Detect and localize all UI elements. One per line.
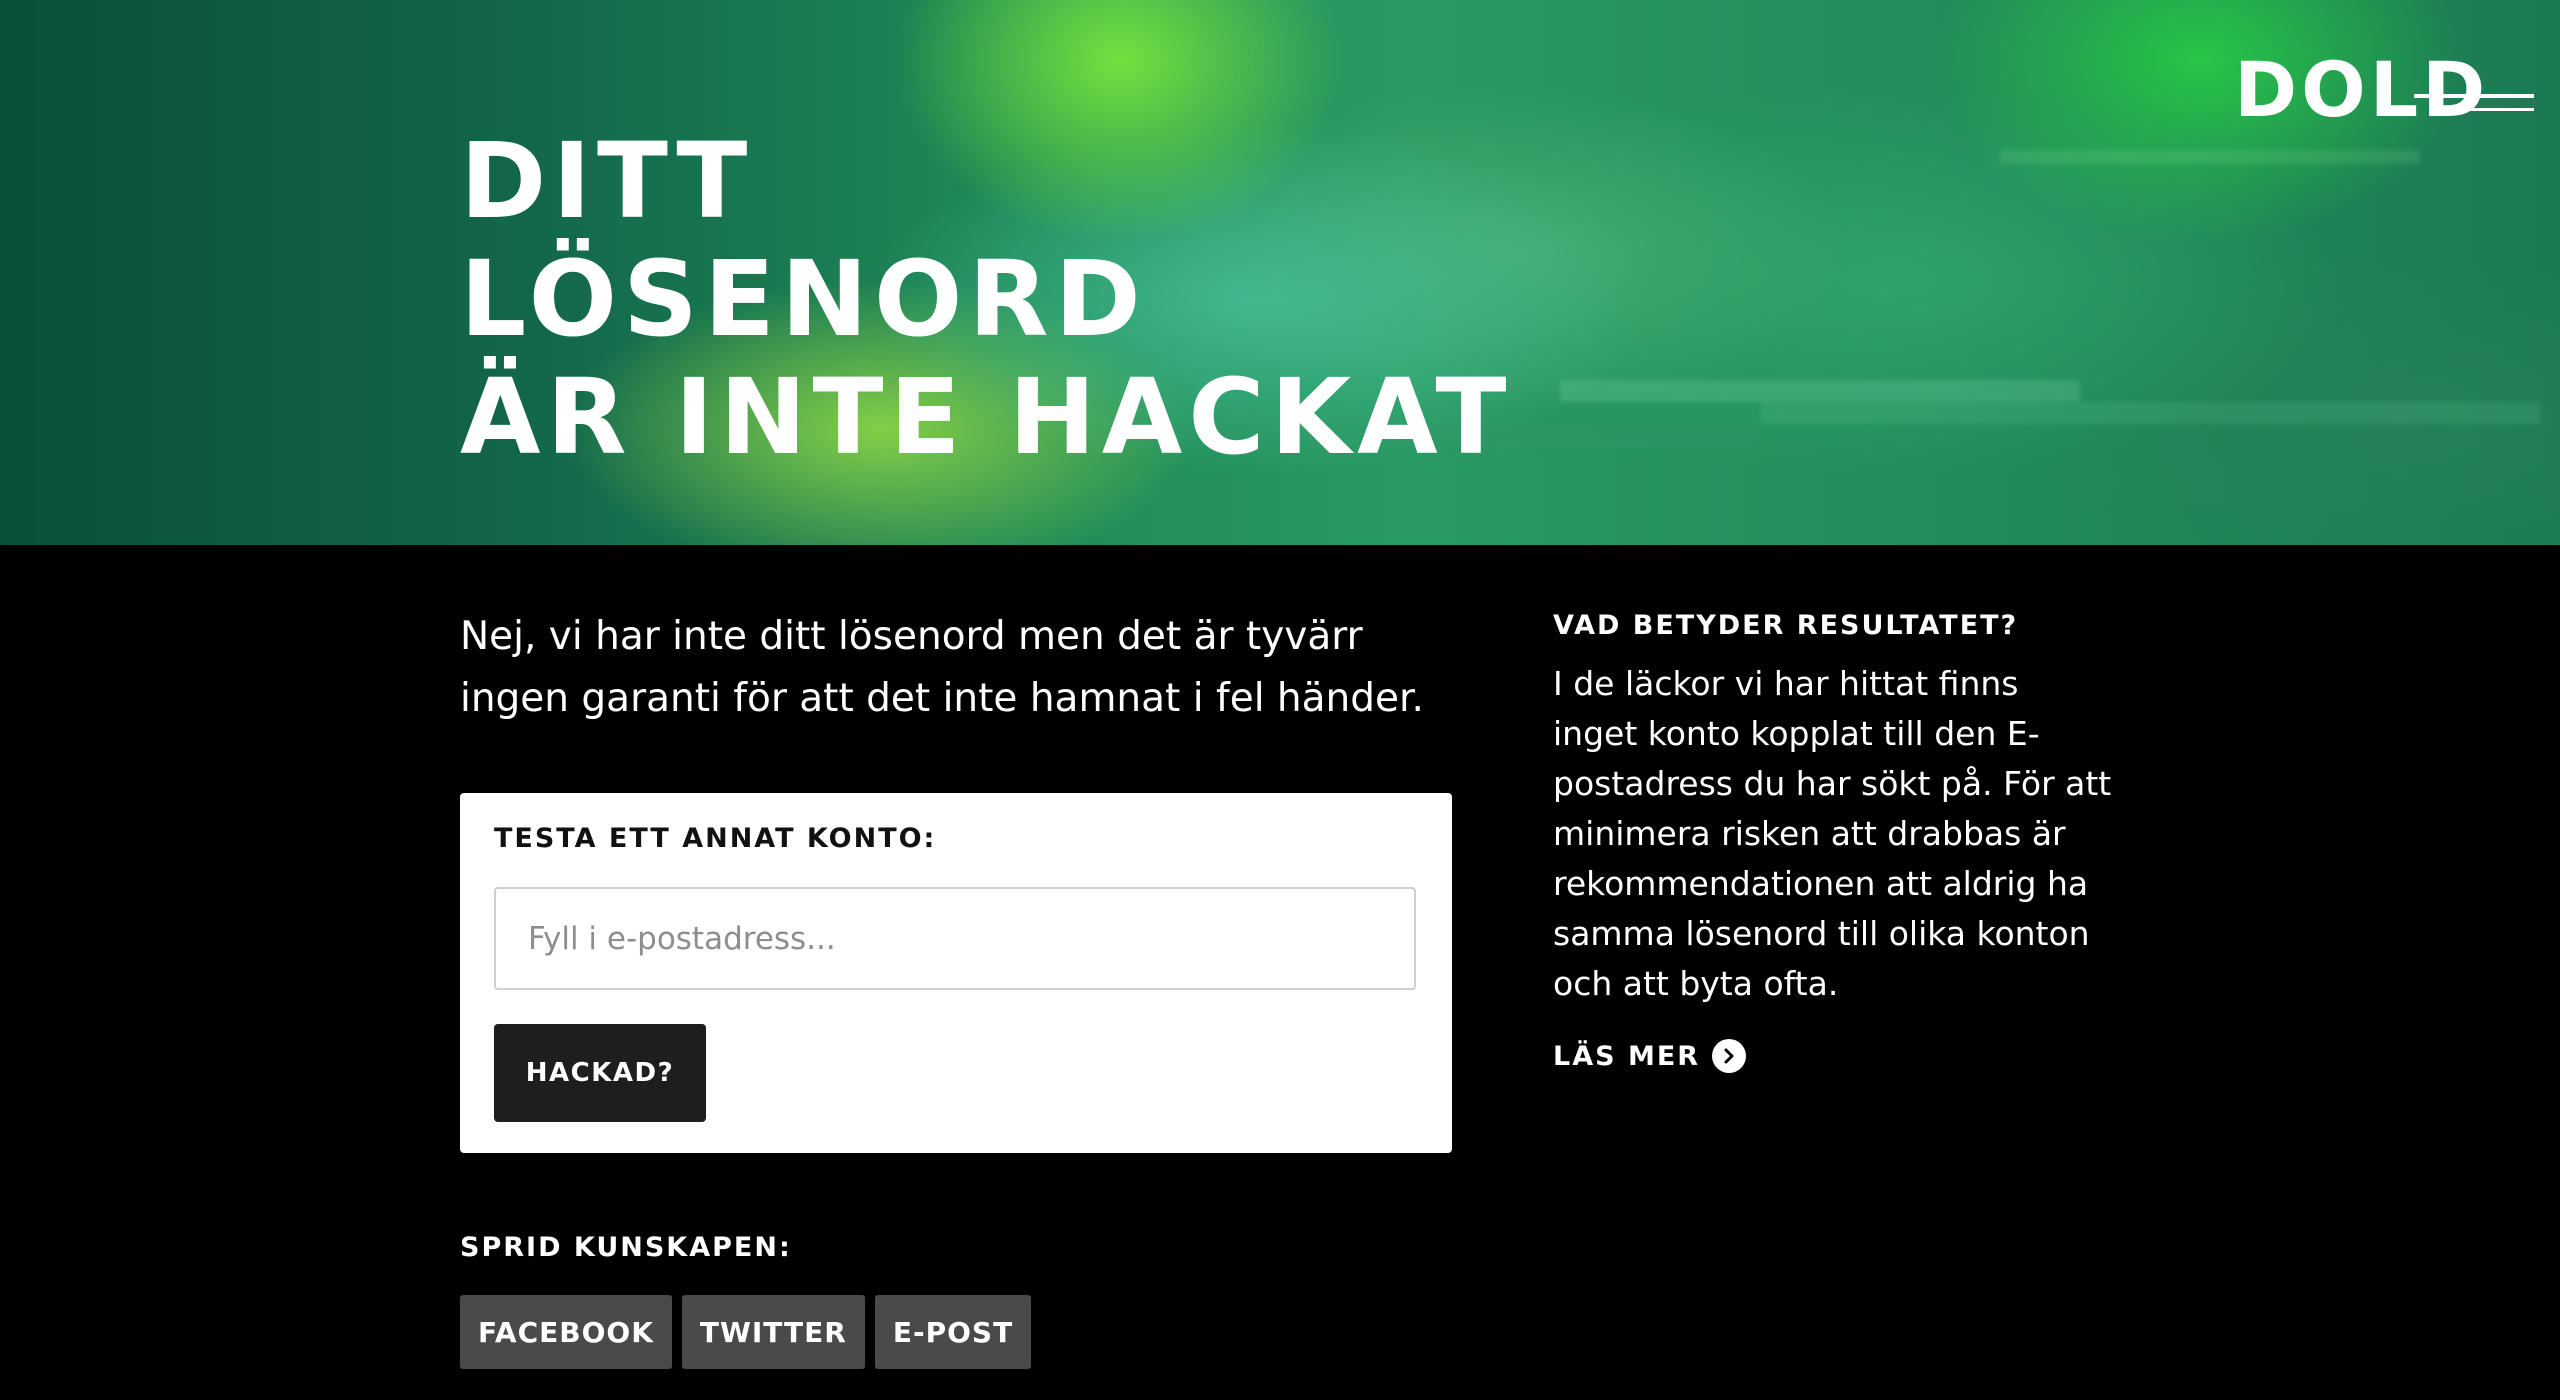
read-more-link[interactable]: Läs mer: [1553, 1039, 1747, 1073]
page-title-line: Ditt: [460, 120, 754, 242]
hero-banner: Ditt lösenord är inte hackat DOLD: [0, 0, 2560, 545]
logo-glitch-line: [2414, 94, 2534, 98]
hero-glitch-streak: [1760, 402, 2540, 424]
page-title-line: lösenord: [460, 238, 1147, 360]
result-explanation-body: I de läckor vi har hittat finns inget ko…: [1553, 664, 2112, 1003]
result-intro-text: Nej, vi har inte ditt lösenord men det ä…: [460, 614, 1424, 721]
dold-logo[interactable]: DOLD: [2234, 50, 2544, 130]
test-account-label: Testa ett annat konto:: [494, 823, 937, 854]
result-explanation-heading: Vad betyder resultatet?: [1553, 610, 2019, 641]
hackad-submit-button[interactable]: Hackad?: [494, 1024, 706, 1122]
test-account-card: Testa ett annat konto: Hackad?: [460, 793, 1452, 1153]
arrow-right-circle-icon: [1712, 1039, 1747, 1073]
share-facebook-button[interactable]: Facebook: [460, 1295, 672, 1369]
hero-glitch-streak: [1560, 380, 2080, 402]
share-label: Sprid kunskapen:: [460, 1232, 792, 1263]
email-input[interactable]: [494, 887, 1416, 990]
hero-glitch-streak: [2000, 150, 2420, 164]
result-explanation: Vad betyder resultatet? I de läckor vi h…: [1553, 610, 2113, 1073]
read-more-label: Läs mer: [1553, 1040, 1701, 1072]
page-title: Ditt lösenord är inte hackat: [460, 122, 1513, 476]
logo-glitch-line: [2444, 108, 2534, 111]
share-buttons: Facebook Twitter E-post: [460, 1295, 1032, 1369]
page-title-line: är inte hackat: [460, 356, 1513, 478]
share-twitter-button[interactable]: Twitter: [681, 1295, 865, 1369]
logo-text: DOLD: [2234, 45, 2490, 134]
share-email-button[interactable]: E-post: [874, 1295, 1032, 1369]
